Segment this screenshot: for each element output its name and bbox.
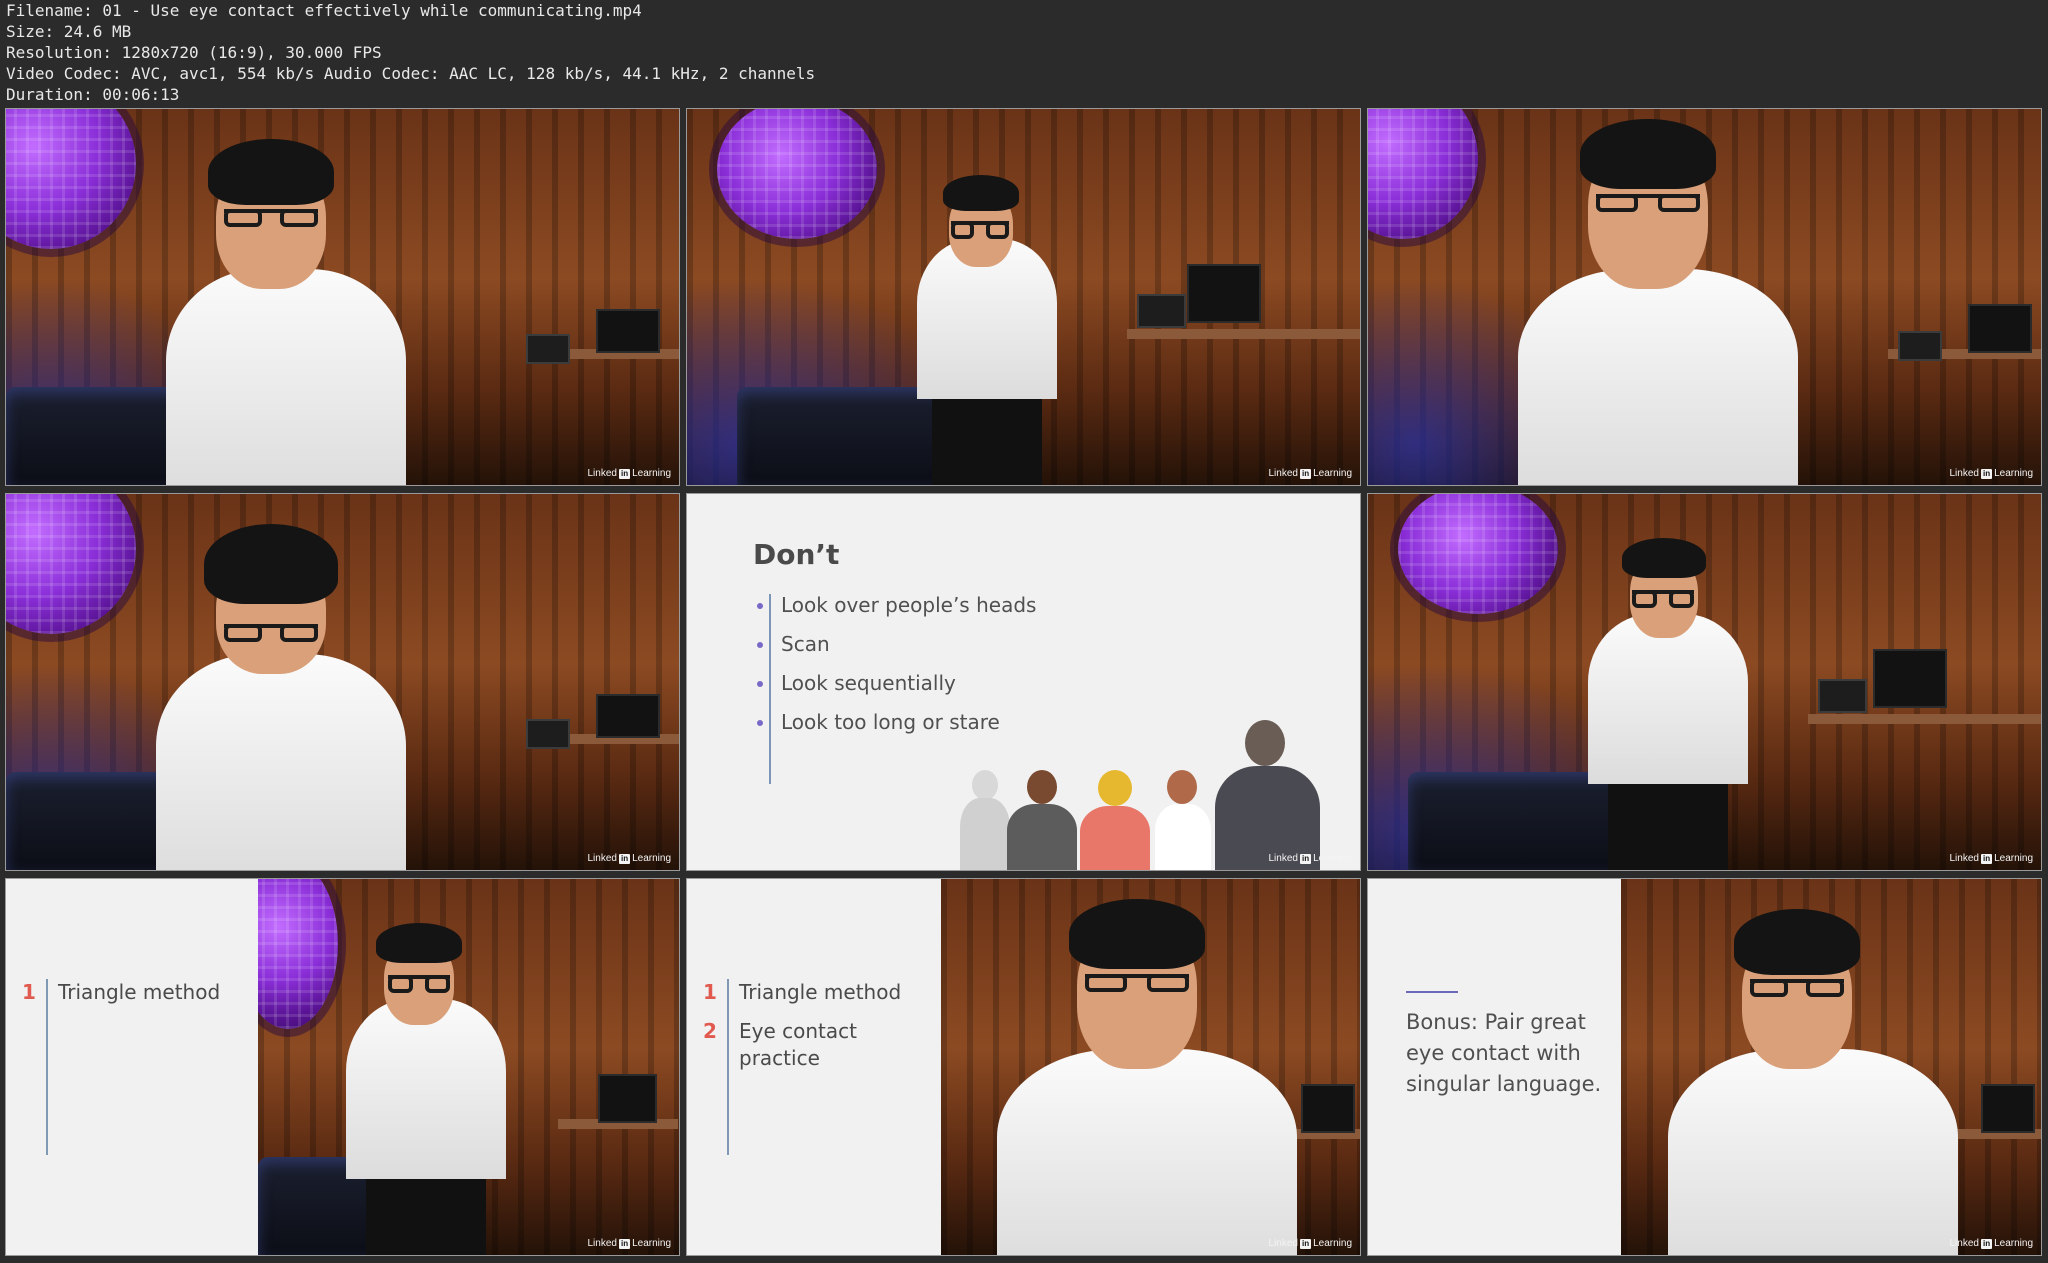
list-item: Scan [757, 633, 1036, 672]
list-item: Look sequentially [757, 672, 1036, 711]
purple-lamp [6, 494, 136, 634]
dont-slide: Don’t Look over people’s heads Scan Look… [687, 494, 1360, 870]
divider [1406, 991, 1458, 993]
bonus-text: Bonus: Pair great eye contact with singu… [1406, 1010, 1602, 1096]
linkedin-learning-logo: Linked in Learning [587, 1238, 672, 1249]
thumbnail-frame-7[interactable]: 1 Triangle method Linked in Learning [5, 878, 680, 1256]
linkedin-learning-logo: Linked in Learning [1268, 468, 1353, 479]
codec-line: Video Codec: AVC, avc1, 554 kb/s Audio C… [6, 64, 816, 83]
slide-panel: 1 Triangle method 2 Eye contact practice [687, 879, 941, 1255]
thumbnail-frame-2[interactable]: Linked in Learning [686, 108, 1361, 486]
slide-panel: Bonus: Pair great eye contact with singu… [1368, 879, 1621, 1255]
linkedin-learning-logo: Linked in Learning [1268, 853, 1353, 864]
thumbnail-frame-1[interactable]: Linked in Learning [5, 108, 680, 486]
thumbnail-frame-8[interactable]: 1 Triangle method 2 Eye contact practice L… [686, 878, 1361, 1256]
slide-panel: 1 Triangle method [6, 879, 258, 1255]
numbered-list: 1 Triangle method [22, 979, 221, 1155]
linkedin-learning-logo: Linked in Learning [1949, 1238, 2034, 1249]
list-item: 1 Triangle method [22, 980, 221, 1004]
size-line: Size: 24.6 MB [6, 22, 132, 41]
list-item: 2 Eye contact practice [703, 1019, 857, 1070]
purple-lamp [1368, 109, 1478, 239]
thumbnail-frame-6[interactable]: Linked in Learning [1367, 493, 2042, 871]
purple-lamp [1398, 494, 1558, 614]
purple-lamp [717, 109, 877, 239]
thumbnail-frame-3[interactable]: Linked in Learning [1367, 108, 2042, 486]
thumbnail-frame-4[interactable]: Linked in Learning [5, 493, 680, 871]
linkedin-learning-logo: Linked in Learning [1949, 853, 2034, 864]
linkedin-learning-logo: Linked in Learning [1949, 468, 2034, 479]
purple-lamp [6, 109, 136, 249]
file-info-header: Filename: 01 - Use eye contact effective… [6, 0, 2036, 106]
linkedin-learning-logo: Linked in Learning [587, 853, 672, 864]
thumbnail-frame-5[interactable]: Don’t Look over people’s heads Scan Look… [686, 493, 1361, 871]
monitor [596, 309, 660, 353]
thumbnail-grid: Linked in Learning Linked in Learning Li… [5, 108, 2045, 1258]
audience-illustration [960, 710, 1330, 870]
numbered-list: 1 Triangle method 2 Eye contact practice [703, 979, 902, 1155]
resolution-line: Resolution: 1280x720 (16:9), 30.000 FPS [6, 43, 382, 62]
list-item: 1 Triangle method [703, 980, 902, 1004]
list-item: Look over people’s heads [757, 594, 1036, 633]
thumbnail-frame-9[interactable]: Bonus: Pair great eye contact with singu… [1367, 878, 2042, 1256]
linkedin-learning-logo: Linked in Learning [1268, 1238, 1353, 1249]
filename-line: Filename: 01 - Use eye contact effective… [6, 1, 642, 20]
duration-line: Duration: 00:06:13 [6, 85, 180, 104]
slide-title: Don’t [753, 538, 840, 571]
linkedin-learning-logo: Linked in Learning [587, 468, 672, 479]
